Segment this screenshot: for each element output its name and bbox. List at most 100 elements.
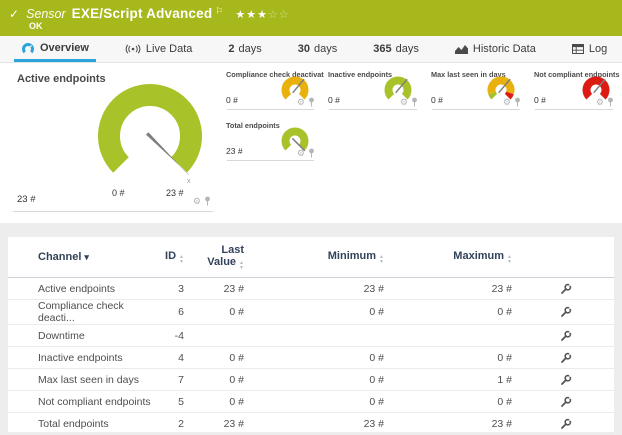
channel-table-body: Active endpoints 3 23 # 23 # 23 # Compli…: [8, 278, 614, 435]
tab-365-days[interactable]: 365 days: [366, 36, 426, 62]
wrench-icon[interactable]: [560, 306, 572, 318]
card-divider: [13, 211, 213, 212]
id-cell: 3: [158, 278, 190, 300]
pin-icon[interactable]: [308, 148, 315, 158]
maximum-cell: 0 #: [390, 391, 518, 413]
id-cell: 4: [158, 347, 190, 369]
minimum-cell: 0 #: [250, 391, 390, 413]
wrench-icon[interactable]: [560, 418, 572, 430]
gauge-value: 0 #: [226, 95, 238, 105]
pin-icon[interactable]: [411, 97, 418, 107]
maximum-cell: 0 #: [390, 300, 518, 325]
wrench-icon[interactable]: [560, 283, 572, 295]
edit-cell: [518, 300, 614, 325]
pin-icon[interactable]: [607, 97, 614, 107]
tab-30-days[interactable]: 30 days: [291, 36, 345, 62]
gear-icon[interactable]: ⚙: [400, 98, 408, 107]
sort-icon: ▲▼: [379, 255, 384, 264]
minimum-cell: 23 #: [250, 413, 390, 435]
table-row: Active endpoints 3 23 # 23 # 23 #: [8, 278, 614, 300]
last-value-cell: 23 #: [190, 413, 250, 435]
table-row: Compliance check deacti... 6 0 # 0 # 0 #: [8, 300, 614, 325]
card-divider: [227, 160, 314, 161]
last-value-cell: 23 #: [190, 278, 250, 300]
overview-section: Active endpoints x 0 # 23 # 23 # ⚙ Compl…: [0, 63, 622, 223]
maximum-cell: [390, 325, 518, 347]
channel-cell: Not compliant endpoints: [8, 391, 158, 413]
gauge-icon: [21, 42, 35, 54]
pin-icon[interactable]: [204, 196, 211, 206]
edit-cell: [518, 391, 614, 413]
minimum-cell: 0 #: [250, 300, 390, 325]
id-cell: 7: [158, 369, 190, 391]
tab-historic-data-label: Historic Data: [473, 43, 536, 55]
minimum-cell: 23 #: [250, 278, 390, 300]
tab-live-data-label: Live Data: [146, 43, 192, 55]
tab-live-data[interactable]: Live Data: [118, 36, 199, 62]
gauge-scale-min: 0 #: [112, 188, 125, 198]
pin-icon[interactable]: [308, 97, 315, 107]
gear-icon[interactable]: ⚙: [297, 149, 305, 158]
minimum-cell: 0 #: [250, 347, 390, 369]
minimum-cell: 0 #: [250, 369, 390, 391]
wrench-icon[interactable]: [560, 330, 572, 342]
edit-cell: [518, 325, 614, 347]
table-row: Total endpoints 2 23 # 23 # 23 #: [8, 413, 614, 435]
id-cell: 2: [158, 413, 190, 435]
card-divider: [535, 109, 613, 110]
table-row: Max last seen in days 7 0 # 0 # 1 #: [8, 369, 614, 391]
column-header-maximum[interactable]: Maximum▲▼: [390, 237, 518, 278]
tab-30-days-label: days: [314, 43, 337, 55]
id-cell: -4: [158, 325, 190, 347]
edit-cell: [518, 369, 614, 391]
gear-icon[interactable]: ⚙: [297, 98, 305, 107]
gauge-needle: [146, 132, 181, 167]
sort-icon: ▲▼: [239, 261, 244, 270]
channel-cell: Inactive endpoints: [8, 347, 158, 369]
column-header-channel[interactable]: Channel▾: [8, 237, 158, 278]
maximum-cell: 0 #: [390, 347, 518, 369]
gauge-card-active-endpoints: Active endpoints x 0 # 23 # 23 # ⚙: [8, 67, 218, 214]
gauge-card-inactive-endpoints: Inactive endpoints 0 # ⚙: [324, 67, 422, 112]
table-header-row: Channel▾ ID▲▼ Last Value▲▼ Minimum▲▼ Max…: [8, 237, 614, 278]
gauge-value: 23 #: [226, 146, 243, 156]
caret-down-icon: ▾: [84, 252, 89, 262]
wrench-icon[interactable]: [560, 396, 572, 408]
last-value-cell: 0 #: [190, 347, 250, 369]
gear-icon[interactable]: ⚙: [193, 197, 201, 206]
sensor-status-bar: ✓ Sensor EXE/Script Advanced ⚐ ★★★☆☆ OK: [0, 0, 622, 36]
column-header-minimum[interactable]: Minimum▲▼: [250, 237, 390, 278]
table-row: Inactive endpoints 4 0 # 0 # 0 #: [8, 347, 614, 369]
column-header-last-value[interactable]: Last Value▲▼: [190, 237, 250, 278]
minimum-cell: [250, 325, 390, 347]
gear-icon[interactable]: ⚙: [503, 98, 511, 107]
gauge-value: 0 #: [431, 95, 443, 105]
tab-overview[interactable]: Overview: [14, 36, 96, 62]
sensor-title: EXE/Script Advanced: [72, 6, 213, 21]
tab-365-days-label: days: [396, 43, 419, 55]
gauge-card-compliance-check: Compliance check deactivated 0 # ⚙: [222, 67, 319, 112]
wrench-icon[interactable]: [560, 352, 572, 364]
id-cell: 5: [158, 391, 190, 413]
tab-2-days[interactable]: 2 days: [221, 36, 268, 62]
priority-star-rating[interactable]: ★★★☆☆: [235, 8, 289, 21]
channel-table-panel: Channel▾ ID▲▼ Last Value▲▼ Minimum▲▼ Max…: [8, 237, 614, 432]
gear-icon[interactable]: ⚙: [596, 98, 604, 107]
table-row: Not compliant endpoints 5 0 # 0 # 0 #: [8, 391, 614, 413]
last-value-cell: 0 #: [190, 391, 250, 413]
object-kind-label: Sensor: [26, 7, 66, 21]
channel-table: Channel▾ ID▲▼ Last Value▲▼ Minimum▲▼ Max…: [8, 237, 614, 435]
gauge-value: 0 #: [328, 95, 340, 105]
wrench-icon[interactable]: [560, 374, 572, 386]
tab-log[interactable]: Log: [565, 36, 614, 62]
channel-cell: Downtime: [8, 325, 158, 347]
check-icon: ✓: [9, 7, 19, 21]
pin-icon[interactable]: [514, 97, 521, 107]
status-badge: OK: [29, 21, 43, 31]
broadcast-icon: [125, 44, 141, 54]
channel-cell: Total endpoints: [8, 413, 158, 435]
tab-overview-label: Overview: [40, 42, 89, 54]
tab-log-label: Log: [589, 43, 607, 55]
column-header-id[interactable]: ID▲▼: [158, 237, 190, 278]
tab-historic-data[interactable]: Historic Data: [448, 36, 543, 62]
